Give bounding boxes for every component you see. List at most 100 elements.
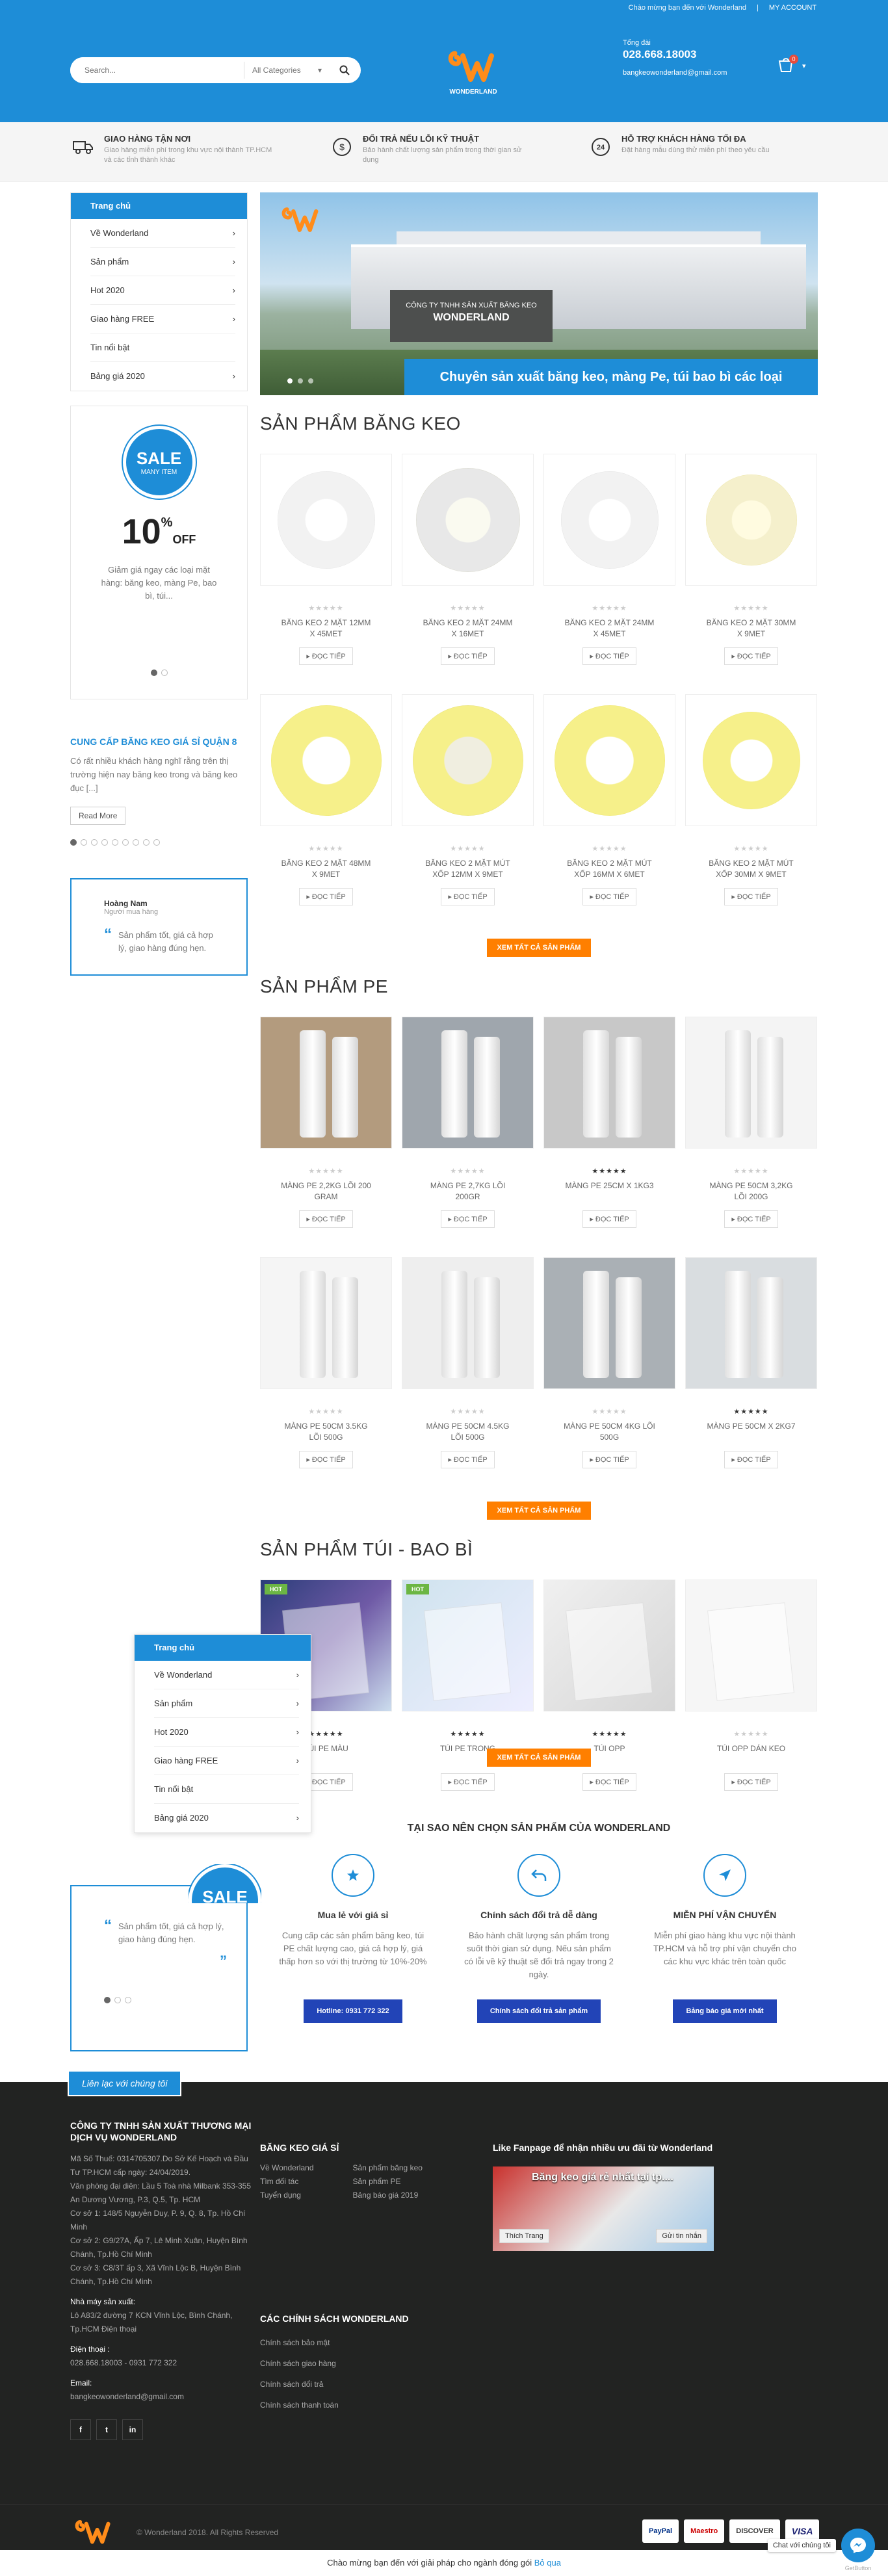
search-input[interactable] [70,57,244,83]
read-more-button[interactable]: ▸ ĐỌC TIẾP [724,647,778,665]
product-card[interactable]: ★★★★★ BĂNG KEO 2 MẶT 30MM x 9MET ▸ ĐỌC TIẾ… [685,454,817,694]
product-image[interactable] [685,1257,817,1389]
read-more-button[interactable]: Read More [70,807,126,825]
menu-item[interactable]: Về Wonderland › [154,1661,299,1689]
product-image[interactable] [543,454,675,586]
slider-dot[interactable] [70,839,77,846]
facebook-icon[interactable]: f [70,2419,91,2440]
product-card[interactable]: ★★★★★ BĂNG KEO 2 MẶT MÚT XỐP 12MM X 9MET ▸… [402,694,534,935]
product-name[interactable]: Túi OPP dán keo [685,1743,817,1765]
product-name[interactable]: BĂNG KEO 2 MẶT 30MM x 9MET [685,618,817,640]
linkedin-icon[interactable]: in [122,2419,143,2440]
slider-dot[interactable] [101,839,108,846]
footer-link[interactable]: Chính sách bảo mật [260,2332,481,2353]
product-image[interactable] [260,694,392,826]
product-card[interactable]: ★★★★★ MÀNG PE 50CM 3,2KG LÕI 200G ▸ ĐỌC TI… [685,1017,817,1257]
footer-link[interactable]: Chính sách thanh toán [260,2395,481,2415]
slider-dot[interactable] [125,1997,131,2003]
slider-dot[interactable] [298,378,303,384]
read-more-button[interactable]: ▸ ĐỌC TIẾP [441,888,495,905]
menu-item-home[interactable]: Trang chủ [71,193,247,219]
product-card[interactable]: ★★★★★ MÀNG PE 50CM 4KG LÕI 500G ▸ ĐỌC TIẾP [543,1257,675,1498]
product-card[interactable]: ★★★★★ BĂNG KEO 2 MẶT MÚT XỐP 16MM X 6MET ▸… [543,694,675,935]
fb-page-name[interactable]: Băng keo giá rẻ nhất tại tp.... [532,2172,673,2183]
product-image[interactable] [402,454,534,586]
footer-link[interactable]: Tuyển dụng [260,2189,314,2202]
slider-dot[interactable] [104,1997,111,2003]
product-name[interactable]: BĂNG KEO 2 MẶT 24MM X 45MET [543,618,675,640]
product-image[interactable]: HOT [402,1580,534,1711]
product-card[interactable]: HOT ★★★★★ Túi PE trong ▸ ĐỌC TIẾP [402,1580,534,1820]
read-more-button[interactable]: ▸ ĐỌC TIẾP [441,1773,495,1791]
menu-item[interactable]: Sản phẩm › [90,248,235,276]
read-more-button[interactable]: ▸ ĐỌC TIẾP [724,1210,778,1228]
slider-dot[interactable] [150,670,157,676]
read-more-button[interactable]: ▸ ĐỌC TIẾP [299,647,353,665]
view-all-button[interactable]: XEM TẤT CẢ SẢN PHẨM [486,1502,592,1520]
footer-email[interactable]: bangkeowonderland@gmail.com [70,2390,252,2404]
price-list-button[interactable]: Bảng báo giá mới nhất [673,1999,777,2023]
slider-dot[interactable] [287,378,293,384]
read-more-button[interactable]: ▸ ĐỌC TIẾP [582,1451,636,1468]
read-more-button[interactable]: ▸ ĐỌC TIẾP [441,1451,495,1468]
product-image[interactable] [543,1257,675,1389]
product-name[interactable]: MÀNG PE 50CM X 2KG7 [685,1421,817,1443]
menu-item[interactable]: Sản phẩm › [154,1689,299,1718]
product-image[interactable] [260,1257,392,1389]
product-image[interactable] [685,1580,817,1711]
product-name[interactable]: MÀNG PE 2,7KG LÕI 200GR [402,1180,534,1203]
menu-item-home[interactable]: Trang chủ [135,1635,311,1661]
footer-link[interactable]: Sản phẩm PE [353,2175,423,2189]
menu-item[interactable]: Bảng giá 2020 › [90,362,235,391]
product-name[interactable]: BĂNG KEO 2 MẶT 24MM X 16MET [402,618,534,640]
product-name[interactable]: BĂNG KEO 2 MẶT MÚT XỐP 12MM X 9MET [402,858,534,880]
menu-item[interactable]: Hot 2020 › [90,276,235,305]
read-more-button[interactable]: ▸ ĐỌC TIẾP [582,647,636,665]
footer-link[interactable]: Tìm đối tác [260,2175,314,2189]
my-account-link[interactable]: MY ACCOUNT [769,4,816,12]
product-card[interactable]: ★★★★★ MÀNG PE 2,7KG LÕI 200GR ▸ ĐỌC TIẾP [402,1017,534,1257]
slider-dot[interactable] [122,839,129,846]
messenger-widget[interactable]: Chat với chúng tôi GetButton [767,2529,875,2572]
slider-dot[interactable] [153,839,160,846]
slider-dot[interactable] [81,839,87,846]
product-image[interactable] [402,1017,534,1149]
product-name[interactable]: MÀNG PE 50CM 4.5KG LÕI 500G [402,1421,534,1443]
product-card[interactable]: ★★★★★ BĂNG KEO 2 MẶT 48MM X 9MET ▸ ĐỌC TIẾ… [260,694,392,935]
product-image[interactable] [260,1017,392,1149]
read-more-button[interactable]: ▸ ĐỌC TIẾP [441,647,495,665]
product-card[interactable]: ★★★★★ MÀNG PE 50CM 3.5KG LÕI 500G ▸ ĐỌC TI… [260,1257,392,1498]
product-image[interactable] [402,1257,534,1389]
footer-link[interactable]: Về Wonderland [260,2161,314,2175]
footer-link[interactable]: Sản phẩm băng keo [353,2161,423,2175]
read-more-button[interactable]: ▸ ĐỌC TIẾP [582,1210,636,1228]
read-more-button[interactable]: ▸ ĐỌC TIẾP [299,1451,353,1468]
product-image[interactable] [543,1017,675,1149]
return-policy-button[interactable]: Chính sách đổi trả sản phẩm [477,1999,601,2023]
messenger-icon[interactable] [841,2529,875,2562]
read-more-button[interactable]: ▸ ĐỌC TIẾP [299,1210,353,1228]
product-card[interactable]: ★★★★★ MÀNG PE 50CM 4.5KG LÕI 500G ▸ ĐỌC TI… [402,1257,534,1498]
product-image[interactable] [543,694,675,826]
product-card[interactable]: ★★★★★ Túi OPP ▸ ĐỌC TIẾP [543,1580,675,1820]
read-more-button[interactable]: ▸ ĐỌC TIẾP [299,888,353,905]
menu-item[interactable]: Bảng giá 2020 › [154,1804,299,1832]
menu-item[interactable]: Tin nổi bật [90,333,235,362]
read-more-button[interactable]: ▸ ĐỌC TIẾP [441,1210,495,1228]
slider-dot[interactable] [91,839,98,846]
product-name[interactable]: BĂNG KEO 2 MẶT MÚT XỐP 30MM X 9MET [685,858,817,880]
hero-banner[interactable]: CÔNG TY TNHH SẢN XUẤT BĂNG KEO WONDERLAN… [260,192,818,395]
menu-item[interactable]: Về Wonderland › [90,219,235,248]
read-more-button[interactable]: ▸ ĐỌC TIẾP [724,1451,778,1468]
read-more-button[interactable]: ▸ ĐỌC TIẾP [724,888,778,905]
slider-dot[interactable] [161,670,168,676]
hotline-button[interactable]: Hotline: 0931 772 322 [304,1999,402,2023]
product-card[interactable]: ★★★★★ BĂNG KEO 2 MẶT MÚT XỐP 30MM X 9MET ▸… [685,694,817,935]
post-title[interactable]: CUNG CẤP BĂNG KEO GIÁ SỈ QUẬN 8 [70,736,248,748]
view-all-button[interactable]: XEM TẤT CẢ SẢN PHẨM [486,939,592,957]
menu-item[interactable]: Tin nổi bật [154,1775,299,1804]
product-card[interactable]: ★★★★★ BĂNG KEO 2 MẶT 24MM X 45MET ▸ ĐỌC TI… [543,454,675,694]
product-card[interactable]: ★★★★★ MÀNG PE 2,2KG LÕI 200 GRAM ▸ ĐỌC TIẾ… [260,1017,392,1257]
product-card[interactable]: ★★★★★ BĂNG KEO 2 MẶT 12MM X 45MET ▸ ĐỌC TI… [260,454,392,694]
twitter-icon[interactable]: t [96,2419,117,2440]
